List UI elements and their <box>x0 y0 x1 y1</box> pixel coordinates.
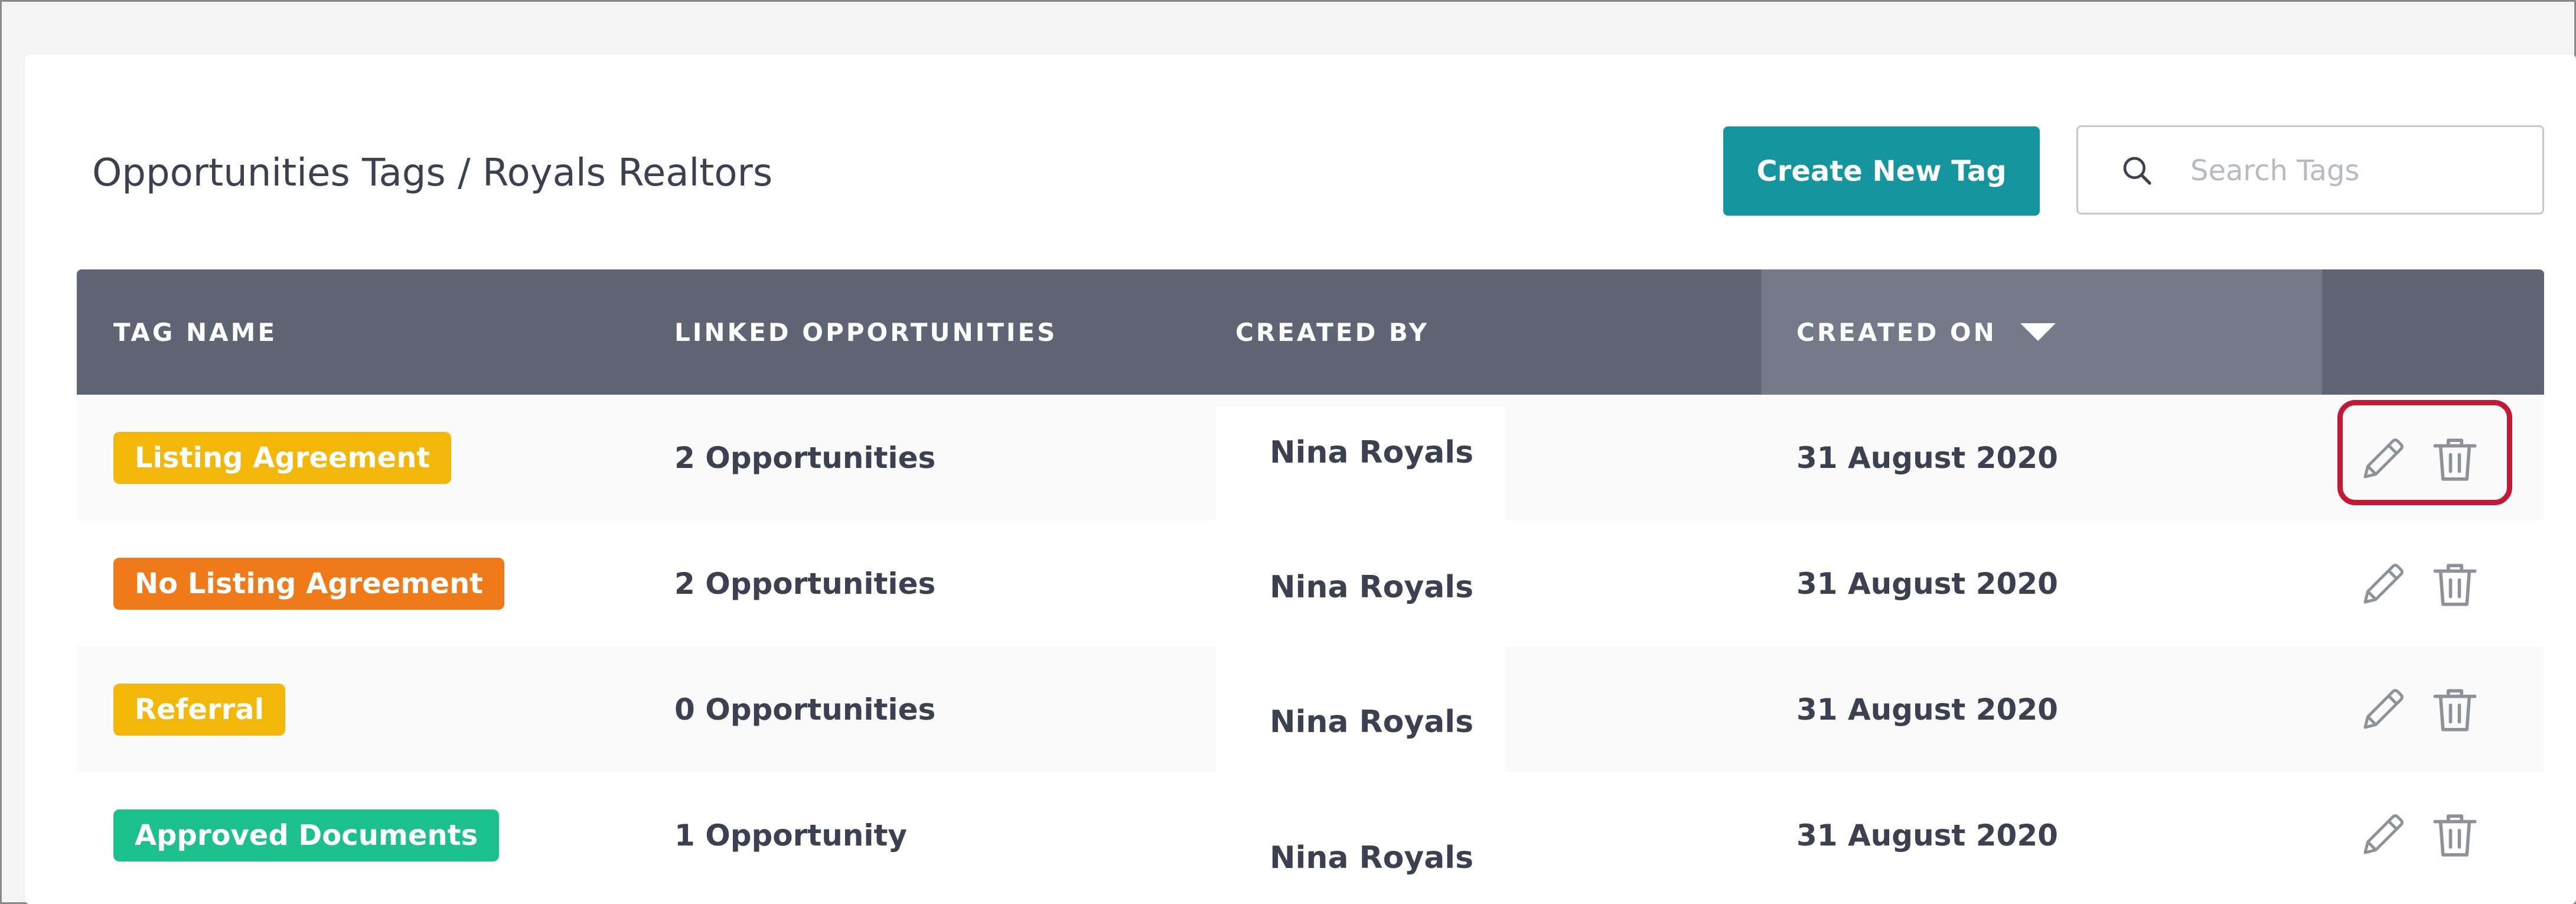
trash-icon[interactable] <box>2428 558 2482 611</box>
trash-icon[interactable] <box>2428 683 2482 736</box>
created-on-cell: 31 August 2020 <box>1796 440 2058 475</box>
column-header-linked-opportunities[interactable]: LINKED OPPORTUNITIES <box>674 269 1057 395</box>
created-by-cell: Nina Royals <box>1270 840 1474 876</box>
column-header-created-on-label: CREATED ON <box>1796 317 1997 347</box>
table-header: TAG NAME LINKED OPPORTUNITIES CREATED BY… <box>77 269 2544 395</box>
created-by-column-panel <box>1217 407 1505 904</box>
create-new-tag-button[interactable]: Create New Tag <box>1723 126 2040 216</box>
tag-badge[interactable]: Approved Documents <box>113 809 500 861</box>
created-by-cell: Nina Royals <box>1270 570 1474 605</box>
pencil-icon[interactable] <box>2356 808 2409 861</box>
tag-badge[interactable]: No Listing Agreement <box>113 557 505 610</box>
linked-opportunities-cell: 2 Opportunities <box>674 440 936 475</box>
created-on-cell: 31 August 2020 <box>1796 566 2058 601</box>
tag-badge[interactable]: Listing Agreement <box>113 431 452 484</box>
created-on-cell: 31 August 2020 <box>1796 818 2058 853</box>
column-header-tag-name[interactable]: TAG NAME <box>113 269 277 395</box>
search-input[interactable] <box>2190 145 2521 197</box>
tag-badge[interactable]: Referral <box>113 683 286 736</box>
column-header-created-on[interactable]: CREATED ON <box>1761 269 2322 395</box>
search-box[interactable] <box>2076 125 2544 214</box>
page-title: Opportunities Tags / Royals Realtors <box>92 151 773 195</box>
created-by-cell: Nina Royals <box>1270 435 1474 470</box>
created-by-cell: Nina Royals <box>1270 704 1474 740</box>
created-on-cell: 31 August 2020 <box>1796 692 2058 727</box>
pencil-icon[interactable] <box>2356 558 2409 611</box>
trash-icon[interactable] <box>2428 808 2482 861</box>
linked-opportunities-cell: 1 Opportunity <box>674 818 908 853</box>
pencil-icon[interactable] <box>2356 683 2409 736</box>
actions-highlight-annotation <box>2337 400 2512 505</box>
linked-opportunities-cell: 0 Opportunities <box>674 692 936 727</box>
column-header-created-by[interactable]: CREATED BY <box>1235 269 1429 395</box>
search-icon <box>2123 157 2151 185</box>
linked-opportunities-cell: 2 Opportunities <box>674 566 936 601</box>
caret-down-icon[interactable] <box>2020 323 2056 341</box>
